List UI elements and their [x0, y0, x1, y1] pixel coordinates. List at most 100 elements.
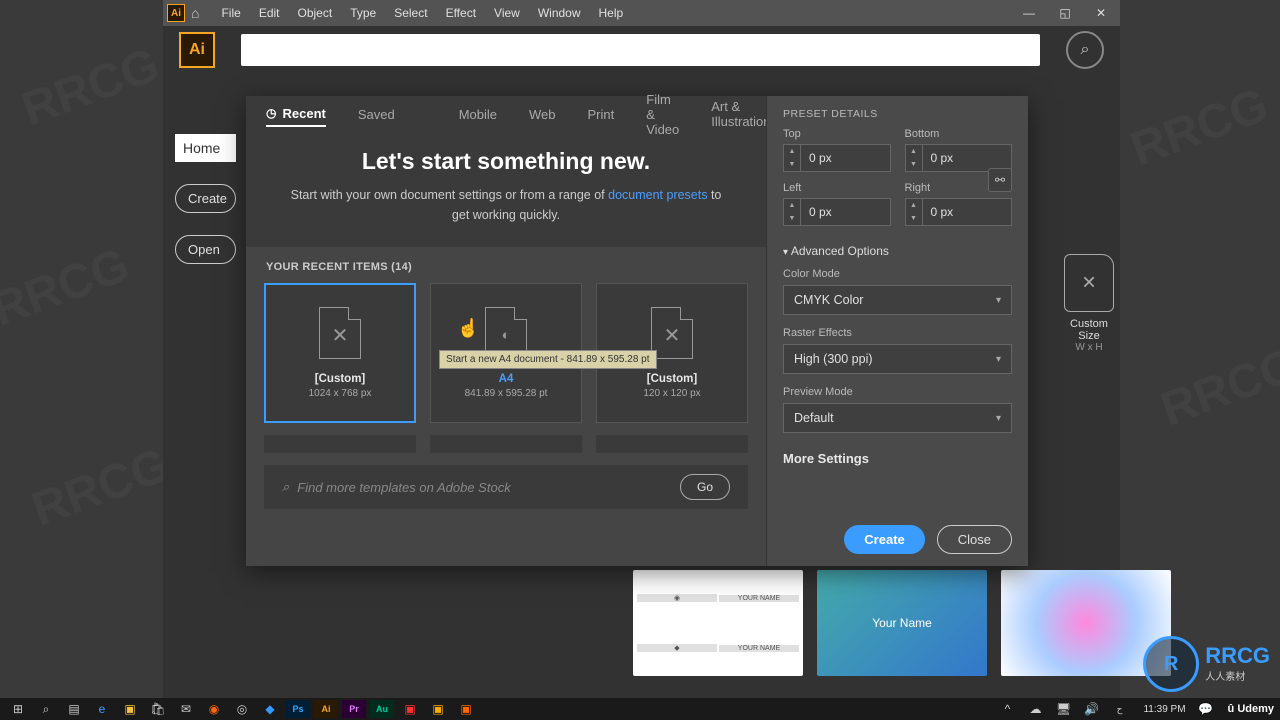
windows-taskbar: ⊞ ⌕ ▤ e ▣ 🛍 ✉ ◉ ◎ ◆ Ps Ai Pr Au ▣ ▣ ▣ ^ …: [0, 698, 1280, 720]
top-value[interactable]: 0 px: [801, 144, 891, 172]
left-label: Left: [783, 182, 891, 194]
home-tab[interactable]: Home: [175, 134, 236, 162]
volume-icon[interactable]: 🔊: [1079, 700, 1103, 718]
recent-card-a4[interactable]: ☝ ◐ Start a new A4 document - 841.89 x 5…: [430, 283, 582, 423]
firefox-icon[interactable]: ◉: [202, 700, 226, 718]
edge-icon[interactable]: e: [90, 700, 114, 718]
advanced-options-toggle[interactable]: Advanced Options: [783, 244, 1012, 258]
spinner[interactable]: ▲▼: [905, 198, 923, 226]
left-panel: Home Create Open: [163, 74, 248, 698]
app-icon[interactable]: ▣: [454, 700, 478, 718]
app-icon[interactable]: ▣: [426, 700, 450, 718]
tab-film-video[interactable]: Film & Video: [646, 92, 679, 141]
minimize-button[interactable]: —: [1014, 2, 1044, 24]
dialog-footer: Create Close: [844, 525, 1012, 554]
menu-edit[interactable]: Edit: [251, 2, 288, 24]
menu-effect[interactable]: Effect: [438, 2, 484, 24]
app-icon[interactable]: ◆: [258, 700, 282, 718]
watermark: RRCG: [0, 237, 136, 337]
network-icon[interactable]: 🖥: [1051, 700, 1075, 718]
recent-cards: ✕ [Custom] 1024 x 768 px ☝ ◐ Start a new…: [246, 283, 766, 423]
close-window-button[interactable]: ✕: [1086, 2, 1116, 24]
color-mode-select[interactable]: CMYK Color: [783, 285, 1012, 315]
document-presets-link[interactable]: document presets: [608, 188, 707, 202]
task-view-icon[interactable]: ▤: [62, 700, 86, 718]
menu-select[interactable]: Select: [386, 2, 435, 24]
go-button[interactable]: Go: [680, 474, 730, 500]
menu-window[interactable]: Window: [530, 2, 589, 24]
recent-card-custom-1024[interactable]: ✕ [Custom] 1024 x 768 px: [264, 283, 416, 423]
left-input[interactable]: ▲▼ 0 px: [783, 198, 891, 226]
raster-effects-label: Raster Effects: [783, 327, 1012, 339]
photoshop-icon[interactable]: Ps: [286, 700, 310, 718]
more-settings-button[interactable]: More Settings: [783, 451, 1012, 466]
spinner[interactable]: ▲▼: [783, 144, 801, 172]
template-text: Your Name: [872, 616, 932, 630]
spinner[interactable]: ▲▼: [783, 198, 801, 226]
top-label: Top: [783, 128, 891, 140]
template-card[interactable]: Your Name: [817, 570, 987, 676]
card-dimensions: 1024 x 768 px: [309, 388, 372, 399]
document-icon: ✕: [319, 307, 361, 359]
custom-size-preset[interactable]: Custom Size W x H: [1058, 254, 1120, 353]
taskbar-clock[interactable]: 11:39 PM: [1143, 704, 1185, 715]
tab-recent[interactable]: ◷Recent: [266, 106, 326, 127]
watermark: RRCG: [1154, 337, 1280, 437]
close-button[interactable]: Close: [937, 525, 1012, 554]
tab-art-illustration[interactable]: Art & Illustration: [711, 99, 770, 133]
create-new-button[interactable]: Create: [175, 184, 236, 213]
menu-bar: File Edit Object Type Select Effect View…: [213, 2, 631, 24]
right-input[interactable]: ▲▼ 0 px: [905, 198, 1013, 226]
chrome-icon[interactable]: ◎: [230, 700, 254, 718]
top-input[interactable]: ▲▼ 0 px: [783, 144, 891, 172]
card-dimensions: 120 x 120 px: [643, 388, 700, 399]
card-dimensions: 841.89 x 595.28 pt: [465, 388, 548, 399]
intro-title: Let's start something new.: [286, 148, 726, 175]
top-search-bar[interactable]: [241, 34, 1040, 66]
menu-object[interactable]: Object: [290, 2, 341, 24]
mail-icon[interactable]: ✉: [174, 700, 198, 718]
search-icon[interactable]: ⌕: [1066, 31, 1104, 69]
start-button[interactable]: ⊞: [6, 700, 30, 718]
card-stub[interactable]: [430, 435, 582, 453]
notifications-icon[interactable]: 💬: [1194, 700, 1218, 718]
search-taskbar-icon[interactable]: ⌕: [34, 700, 58, 718]
template-card[interactable]: ◉YOUR NAME ◆YOUR NAME: [633, 570, 803, 676]
tab-saved[interactable]: Saved: [358, 107, 395, 126]
maximize-button[interactable]: ◱: [1050, 2, 1080, 24]
menu-view[interactable]: View: [486, 2, 528, 24]
preview-mode-select[interactable]: Default: [783, 403, 1012, 433]
app-icon[interactable]: ▣: [398, 700, 422, 718]
menu-type[interactable]: Type: [342, 2, 384, 24]
menu-file[interactable]: File: [213, 2, 248, 24]
tray-up-icon[interactable]: ^: [995, 700, 1019, 718]
home-icon[interactable]: ⌂: [191, 5, 199, 21]
onedrive-icon[interactable]: ☁: [1023, 700, 1047, 718]
card-stub[interactable]: [596, 435, 748, 453]
preview-mode-label: Preview Mode: [783, 386, 1012, 398]
premiere-icon[interactable]: Pr: [342, 700, 366, 718]
audition-icon[interactable]: Au: [370, 700, 394, 718]
store-icon[interactable]: 🛍: [146, 700, 170, 718]
tab-mobile[interactable]: Mobile: [459, 107, 497, 126]
illustrator-taskbar-icon[interactable]: Ai: [314, 700, 338, 718]
custom-size-sub: W x H: [1058, 342, 1120, 353]
dialog-tabs: ◷Recent Saved Mobile Web Print Film & Vi…: [246, 96, 766, 136]
left-value[interactable]: 0 px: [801, 198, 891, 226]
tab-print[interactable]: Print: [588, 107, 615, 126]
open-button[interactable]: Open: [175, 235, 236, 264]
create-button[interactable]: Create: [844, 525, 924, 554]
intro-section: Let's start something new. Start with yo…: [246, 136, 766, 247]
rrcg-watermark-logo: R RRCG 人人素材: [1143, 636, 1270, 692]
document-icon: ✕: [651, 307, 693, 359]
card-stub[interactable]: [264, 435, 416, 453]
spinner[interactable]: ▲▼: [905, 144, 923, 172]
tab-web[interactable]: Web: [529, 107, 556, 126]
right-value[interactable]: 0 px: [923, 198, 1013, 226]
explorer-icon[interactable]: ▣: [118, 700, 142, 718]
menu-help[interactable]: Help: [591, 2, 632, 24]
raster-effects-select[interactable]: High (300 ppi): [783, 344, 1012, 374]
language-icon[interactable]: ح: [1107, 700, 1131, 718]
stock-search-input[interactable]: ⌕ Find more templates on Adobe Stock: [282, 479, 670, 495]
link-icon[interactable]: ⚯: [988, 168, 1012, 192]
